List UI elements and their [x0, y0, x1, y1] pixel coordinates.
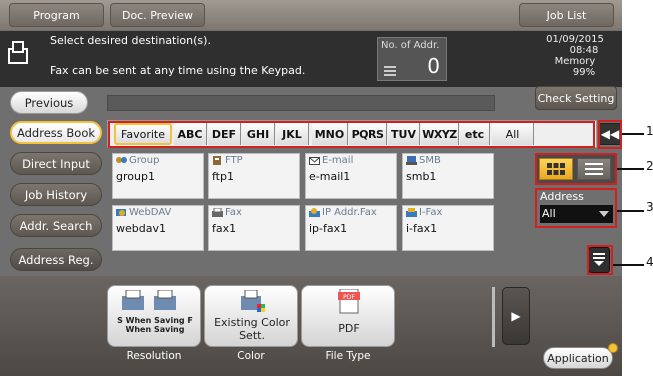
doc-preview-tab[interactable]: Doc. Preview: [110, 3, 205, 27]
destination-name: i-fax1: [406, 222, 438, 235]
destination-card[interactable]: I-Fax i-fax1: [402, 205, 494, 251]
destination-name: ip-fax1: [309, 222, 348, 235]
color-value: Existing Color Sett.: [214, 316, 290, 342]
scroll-divider: [492, 287, 495, 347]
ftp-icon: [213, 156, 221, 165]
destination-card[interactable]: WebDAV webdav1: [112, 205, 204, 251]
group-icon: [116, 157, 127, 163]
destination-bar: [107, 95, 495, 111]
previous-button[interactable]: Previous: [10, 91, 88, 114]
resolution-icon: [122, 290, 176, 310]
callout-box-1b: [598, 120, 622, 149]
i-fax-icon: [406, 208, 417, 217]
pdf-icon: PDF: [338, 289, 360, 314]
keypad-hint-text: Fax can be sent at any time using the Ke…: [50, 64, 306, 77]
instruction-text: Select desired destination(s).: [50, 34, 211, 47]
address-count-value: 0: [427, 54, 440, 78]
file-type-button[interactable]: PDF PDF: [301, 285, 395, 347]
destination-type: E-mail: [322, 155, 354, 166]
next-page-button[interactable]: ▶: [502, 287, 530, 345]
color-button[interactable]: Existing Color Sett.: [204, 285, 298, 347]
callout-number-2: 2: [646, 159, 653, 173]
document-icon: [8, 41, 28, 64]
fax-icon: [212, 208, 223, 217]
ip-fax-icon: [309, 208, 320, 217]
file-type-value: PDF: [338, 322, 360, 335]
memory-label: Memory: [554, 56, 596, 67]
application-button[interactable]: Application: [543, 347, 613, 369]
destination-name: smb1: [406, 170, 437, 183]
notification-dot-icon: [608, 343, 618, 353]
callout-number-4: 4: [646, 255, 653, 269]
resolution-button[interactable]: S When Saving F When Saving: [107, 285, 201, 347]
destination-type: Fax: [225, 207, 242, 218]
address-count-box: No. of Addr. 0: [377, 37, 447, 81]
color-label: Color: [237, 350, 265, 362]
callout-box-1: [108, 121, 595, 148]
destination-card[interactable]: Group group1: [112, 153, 204, 199]
destination-name: ftp1: [212, 170, 234, 183]
callout-line-4: [613, 264, 644, 266]
status-panel: 01/09/2015 08:48 Memory 99%: [540, 34, 610, 78]
email-icon: [309, 157, 320, 165]
smb-icon: [406, 156, 417, 165]
resolution-value: S When Saving F When Saving: [117, 316, 193, 334]
callout-box-3: [535, 188, 617, 228]
destination-type: SMB: [419, 155, 441, 166]
address-reg-button[interactable]: Address Reg.: [10, 248, 102, 271]
destination-card[interactable]: FTP ftp1: [208, 153, 300, 199]
addr-search-button[interactable]: Addr. Search: [10, 214, 102, 237]
webdav-icon: [116, 209, 126, 216]
control-panel: Program Doc. Preview Job List Select des…: [0, 0, 622, 376]
direct-input-button[interactable]: Direct Input: [10, 152, 102, 175]
address-book-button[interactable]: Address Book: [10, 121, 102, 144]
job-list-tab[interactable]: Job List: [519, 3, 614, 27]
destination-card[interactable]: E-mail e-mail1: [305, 153, 397, 199]
file-type-label: File Type: [325, 350, 371, 362]
destination-type: IP Addr.Fax: [322, 207, 377, 218]
destination-type: I-Fax: [419, 207, 443, 218]
message-area: Select desired destination(s). Fax can b…: [0, 31, 622, 87]
svg-text:PDF: PDF: [343, 294, 355, 301]
callout-number-1: 1: [646, 124, 653, 138]
resolution-label: Resolution: [126, 350, 182, 362]
date-text: 01/09/2015: [546, 34, 604, 45]
callout-line-3: [617, 210, 644, 212]
callout-number-3: 3: [646, 200, 653, 214]
chevron-right-icon: ▶: [511, 309, 521, 323]
destination-type: FTP: [225, 155, 243, 166]
destination-name: e-mail1: [309, 170, 351, 183]
destination-name: webdav1: [116, 222, 166, 235]
callout-box-4: [587, 245, 613, 275]
destination-type: WebDAV: [129, 207, 172, 218]
address-count-label: No. of Addr.: [381, 40, 440, 51]
job-history-button[interactable]: Job History: [10, 183, 102, 206]
list-icon: [384, 66, 396, 76]
callout-line-2: [617, 168, 644, 170]
destination-card[interactable]: IP Addr.Fax ip-fax1: [305, 205, 397, 251]
callout-line-1: [622, 133, 644, 135]
time-text: 08:48: [569, 45, 599, 56]
destination-name: group1: [116, 170, 155, 183]
destination-name: fax1: [212, 222, 237, 235]
destination-type: Group: [129, 155, 160, 166]
destination-card[interactable]: Fax fax1: [208, 205, 300, 251]
memory-value: 99%: [572, 67, 596, 78]
program-tab[interactable]: Program: [9, 3, 104, 27]
color-icon: [241, 290, 265, 312]
destination-card[interactable]: SMB smb1: [402, 153, 494, 199]
callout-box-2: [535, 153, 617, 185]
check-setting-button[interactable]: Check Setting: [535, 86, 617, 110]
